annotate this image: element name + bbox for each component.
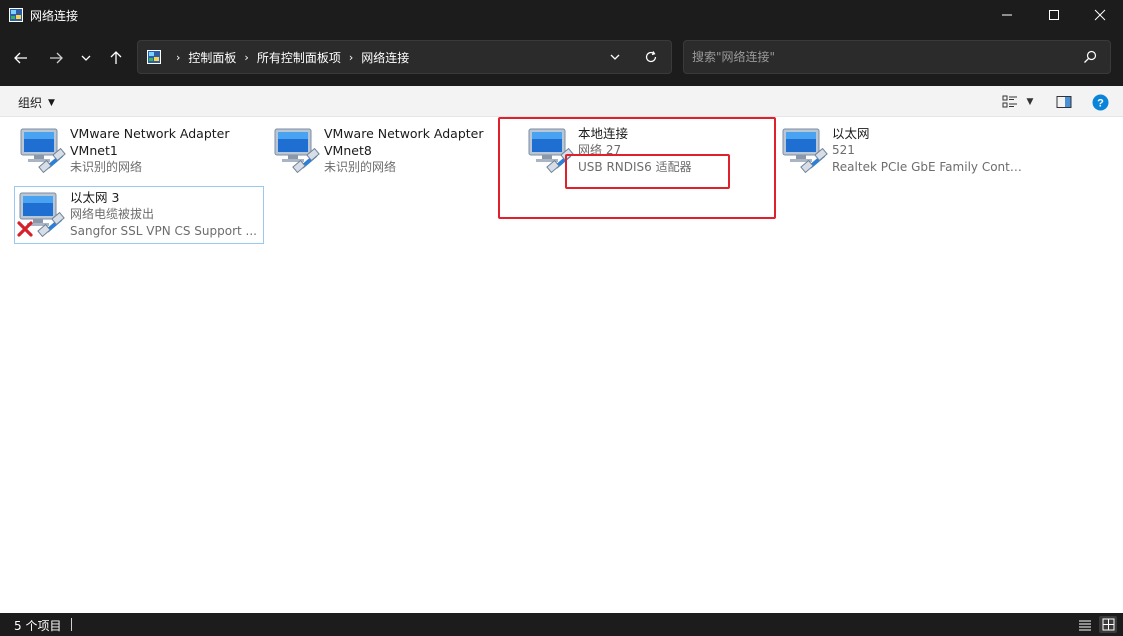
organize-label: 组织 [18,96,43,110]
help-button[interactable]: ? [1091,92,1109,112]
arrow-up-icon [110,51,122,64]
details-view-icon [1079,620,1091,630]
search-input[interactable] [692,47,1072,67]
search-icon[interactable] [1082,49,1098,65]
item-network-status: 未识别的网络 [324,160,397,174]
back-button[interactable] [9,46,33,70]
arrow-right-icon [50,52,63,64]
breadcrumb-separator-icon[interactable]: › [349,51,353,64]
list-item[interactable]: 以太网 521 Realtek PCIe GbE Family Contr... [776,117,1026,175]
organize-button[interactable]: 组织 ▼ [18,94,55,111]
refresh-icon [645,51,657,63]
caret-down-icon: ▼ [48,97,55,108]
list-item-selected[interactable]: 以太网 3 网络电缆被拔出 Sangfor SSL VPN CS Support… [14,186,264,244]
forward-button[interactable] [44,46,68,70]
network-adapter-icon [20,128,66,173]
item-text: VMware Network Adapter VMnet1 未识别的网络 [70,125,260,176]
help-icon: ? [1092,94,1108,110]
item-network-status: 未识别的网络 [70,160,143,174]
network-adapter-icon [274,128,320,173]
item-name: VMware Network Adapter VMnet1 [70,126,230,158]
breadcrumb: › 控制面板 › 所有控制面板项 › 网络连接 [168,41,409,73]
arrow-left-icon [14,52,27,64]
status-divider [71,618,72,631]
control-panel-icon [147,50,161,64]
breadcrumb-all-items[interactable]: 所有控制面板项 [257,49,341,66]
item-network-status: 网络电缆被拔出 [70,207,155,221]
item-name: 以太网 [832,126,870,141]
item-name: 本地连接 [578,126,629,141]
navigation-bar: › 控制面板 › 所有控制面板项 › 网络连接 [0,30,1123,86]
item-device-name: Sangfor SSL VPN CS Support ... [70,224,257,238]
maximize-button[interactable] [1031,0,1077,30]
chevron-down-icon [610,54,620,60]
up-button[interactable] [104,46,128,70]
file-list[interactable]: VMware Network Adapter VMnet1 未识别的网络 VMw… [0,117,1123,613]
recent-locations-button[interactable] [76,46,96,70]
more-view-options-button[interactable]: ▼ [1023,92,1037,112]
maximize-icon [1049,10,1059,20]
breadcrumb-control-panel[interactable]: 控制面板 [188,49,236,66]
window-title: 网络连接 [30,9,79,23]
chevron-down-icon [81,55,91,61]
list-item[interactable]: VMware Network Adapter VMnet1 未识别的网络 [14,117,264,175]
svg-text:?: ? [1097,97,1104,109]
command-bar: 组织 ▼ ▼ ? [0,86,1123,117]
tiles-view-icon [1102,618,1114,631]
network-adapter-icon [782,128,828,173]
address-bar[interactable]: › 控制面板 › 所有控制面板项 › 网络连接 [137,40,672,74]
change-view-button[interactable] [1001,92,1019,112]
list-item[interactable]: VMware Network Adapter VMnet8 未识别的网络 [268,117,518,175]
network-adapter-icon [528,128,574,173]
item-network-status: 网络 27 [578,143,622,157]
network-connections-app-icon [9,8,23,22]
item-text: 以太网 3 网络电缆被拔出 Sangfor SSL VPN CS Support… [70,189,260,240]
item-name: 以太网 3 [70,190,120,205]
item-network-status: 521 [832,143,855,157]
minimize-button[interactable] [984,0,1030,30]
status-bar: 5 个项目 [0,613,1123,636]
close-icon [1094,9,1106,21]
caret-down-icon: ▼ [1026,97,1034,107]
item-text: 以太网 521 Realtek PCIe GbE Family Contr... [832,125,1022,176]
item-text: VMware Network Adapter VMnet8 未识别的网络 [324,125,514,176]
title-bar: 网络连接 [0,0,1123,30]
list-item[interactable]: 本地连接 网络 27 USB RNDIS6 适配器 [522,117,772,175]
network-adapter-disconnected-icon [17,192,65,237]
breadcrumb-separator-icon[interactable]: › [176,51,180,64]
large-icons-view-button[interactable] [1099,616,1117,633]
refresh-button[interactable] [639,47,663,67]
details-view-button[interactable] [1076,616,1094,633]
breadcrumb-separator-icon[interactable]: › [244,51,248,64]
minimize-icon [1002,14,1012,16]
address-history-button[interactable] [604,47,626,67]
preview-pane-icon [1056,96,1072,108]
view-layout-icon [1002,95,1017,108]
search-box[interactable] [683,40,1111,74]
breadcrumb-network-connections[interactable]: 网络连接 [361,49,409,66]
item-name: VMware Network Adapter VMnet8 [324,126,484,158]
close-button[interactable] [1077,0,1123,30]
item-device-name: Realtek PCIe GbE Family Contr... [832,160,1022,174]
item-count: 5 个项目 [14,619,62,633]
item-device-name: USB RNDIS6 适配器 [578,160,692,174]
item-text: 本地连接 网络 27 USB RNDIS6 适配器 [578,125,768,176]
preview-pane-button[interactable] [1055,92,1073,112]
